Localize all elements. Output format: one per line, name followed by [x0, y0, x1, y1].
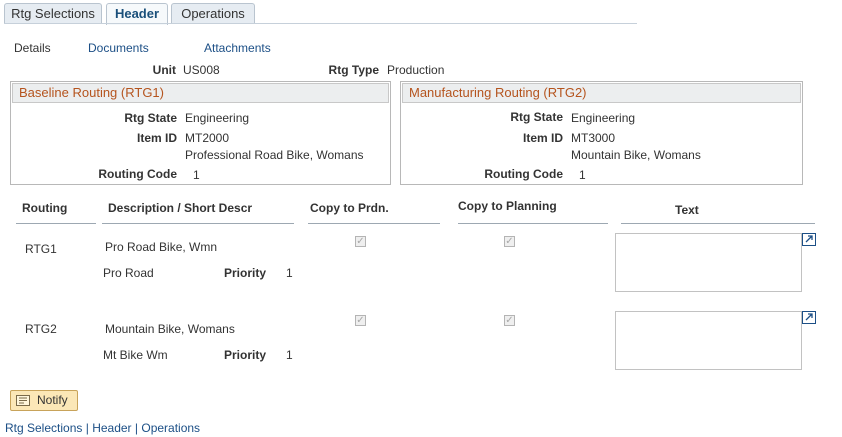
tab-rtg-selections[interactable]: Rtg Selections	[4, 3, 102, 24]
subnav-attachments-link[interactable]: Attachments	[204, 41, 271, 55]
footer-link-rtg-selections[interactable]: Rtg Selections	[5, 421, 82, 435]
column-divider	[102, 223, 294, 224]
tab-label: Header	[114, 6, 160, 21]
unit-value: US008	[183, 63, 220, 77]
row2-short-descr: Mt Bike Wm	[103, 348, 168, 362]
tab-label: Operations	[181, 6, 245, 21]
notify-button-label: Notify	[37, 393, 68, 407]
column-divider	[308, 223, 440, 224]
tab-underline	[4, 23, 637, 24]
baseline-item-description: Professional Road Bike, Womans	[185, 148, 364, 162]
subnav-documents-link[interactable]: Documents	[88, 41, 149, 55]
column-divider	[458, 223, 608, 224]
row2-priority-label: Priority	[224, 348, 267, 362]
baseline-rtg-state-value: Engineering	[185, 111, 250, 125]
tab-header[interactable]: Header	[106, 3, 168, 25]
row2-text-area[interactable]	[615, 311, 802, 370]
row1-copy-prdn-checkbox[interactable]: ✓	[355, 236, 366, 247]
column-divider	[621, 223, 815, 224]
manufacturing-item-id-label: Item ID	[522, 131, 563, 145]
baseline-item-id-value: MT2000	[185, 131, 230, 145]
row2-copy-planning-checkbox[interactable]: ✓	[504, 315, 515, 326]
notify-icon	[16, 395, 30, 406]
row2-copy-prdn-checkbox[interactable]: ✓	[355, 315, 366, 326]
baseline-routing-title: Baseline Routing (RTG1)	[12, 83, 389, 103]
baseline-routing-code-value: 1	[193, 168, 200, 182]
footer-separator: |	[85, 421, 89, 435]
column-header-copy-planning: Copy to Planning	[458, 199, 557, 213]
manufacturing-routing-code-value: 1	[579, 168, 586, 182]
row2-description: Mountain Bike, Womans	[105, 322, 235, 336]
column-header-description: Description / Short Descr	[108, 201, 253, 215]
manufacturing-rtg-state-value: Engineering	[571, 111, 636, 125]
row2-routing: RTG2	[25, 322, 57, 336]
manufacturing-routing-title: Manufacturing Routing (RTG2)	[402, 83, 801, 103]
manufacturing-routing-code-label: Routing Code	[484, 167, 563, 181]
notify-button[interactable]: Notify	[10, 390, 78, 411]
column-divider	[16, 223, 96, 224]
row1-priority-value: 1	[286, 266, 293, 280]
column-header-copy-prdn: Copy to Prdn.	[310, 201, 389, 215]
row1-copy-planning-checkbox[interactable]: ✓	[504, 236, 515, 247]
row1-routing: RTG1	[25, 242, 57, 256]
baseline-rtg-state-label: Rtg State	[124, 111, 177, 125]
expand-textarea-icon[interactable]	[802, 233, 816, 246]
manufacturing-item-id-value: MT3000	[571, 131, 616, 145]
baseline-item-id-label: Item ID	[136, 131, 177, 145]
footer-link-operations[interactable]: Operations	[141, 421, 200, 435]
footer-navigation: Rtg Selections | Header | Operations	[5, 421, 200, 435]
row1-short-descr: Pro Road	[103, 266, 154, 280]
column-header-text: Text	[675, 203, 699, 217]
footer-link-header[interactable]: Header	[92, 421, 131, 435]
row2-priority-value: 1	[286, 348, 293, 362]
row1-text-area[interactable]	[615, 233, 802, 292]
rtg-type-value: Production	[387, 63, 445, 77]
subnav-details: Details	[14, 41, 51, 55]
row1-priority-label: Priority	[224, 266, 267, 280]
manufacturing-item-description: Mountain Bike, Womans	[571, 148, 701, 162]
tab-label: Rtg Selections	[11, 6, 95, 21]
rtg-type-label: Rtg Type	[328, 63, 379, 77]
tab-operations[interactable]: Operations	[171, 3, 255, 24]
unit-label: Unit	[152, 63, 176, 77]
baseline-routing-code-label: Routing Code	[98, 167, 177, 181]
row1-description: Pro Road Bike, Wmn	[105, 240, 218, 254]
footer-separator: |	[134, 421, 139, 435]
expand-textarea-icon[interactable]	[802, 311, 816, 324]
column-header-routing: Routing	[22, 201, 68, 215]
manufacturing-rtg-state-label: Rtg State	[510, 110, 563, 124]
